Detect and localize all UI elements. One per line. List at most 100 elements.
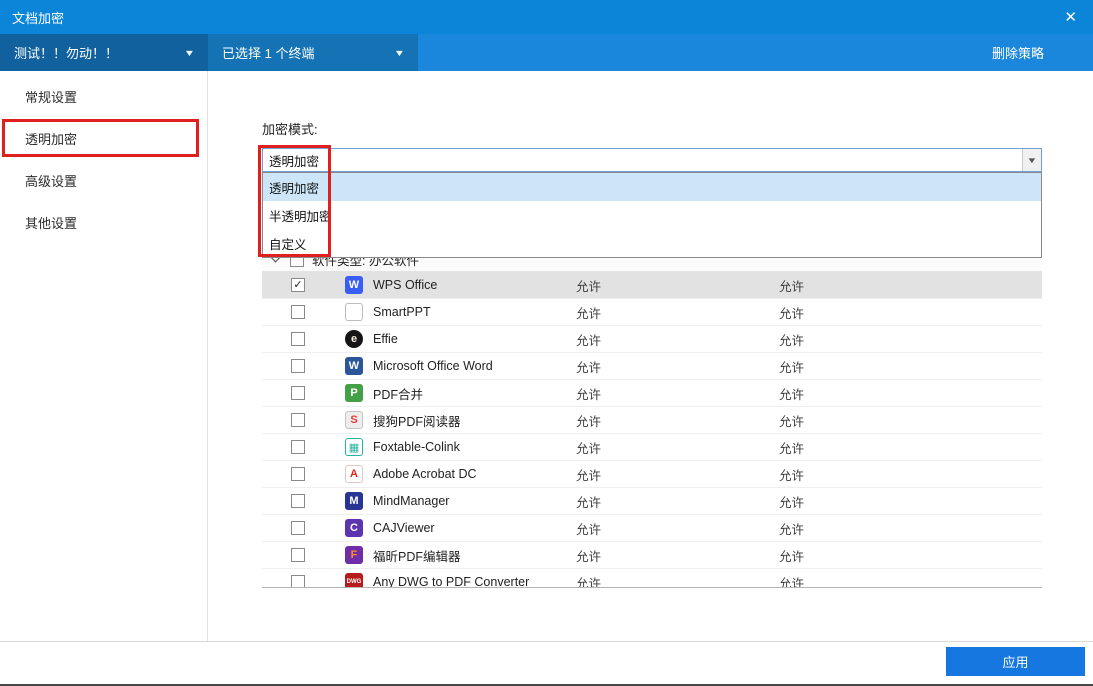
permission-allow-2: 允许 [779,330,982,349]
table-row[interactable]: P PDF合并 允许 允许 [262,380,1042,407]
table-row[interactable]: W Microsoft Office Word 允许 允许 [262,353,1042,380]
chevron-down-icon: ▼ [394,48,406,58]
option-custom[interactable]: 自定义 [263,229,1041,257]
sogou-pdf-reader-icon: S [345,411,363,429]
permission-allow-2: 允许 [779,384,982,403]
sidebar-item-transparent-encryption[interactable]: 透明加密 [0,117,207,159]
row-checkbox[interactable]: ✓ [291,278,305,292]
table-row[interactable]: SmartPPT 允许 允许 [262,299,1042,326]
row-checkbox[interactable] [291,467,305,481]
foxit-pdf-editor-icon: F [345,546,363,564]
settings-sidebar: 常规设置 透明加密 高级设置 其他设置 [0,71,208,641]
permission-allow-2: 允许 [779,519,982,538]
app-name: MindManager [373,494,576,508]
permission-allow-1: 允许 [576,438,779,457]
cajviewer-icon: C [345,519,363,537]
permission-allow-2: 允许 [779,573,982,589]
app-name: Adobe Acrobat DC [373,467,576,481]
pdf-merge-icon: P [345,384,363,402]
permission-allow-1: 允许 [576,303,779,322]
table-row[interactable]: M MindManager 允许 允许 [262,488,1042,515]
table-row[interactable]: DWG Any DWG to PDF Converter 允许 允许 [262,569,1042,588]
combobox-dropdown-button[interactable]: ▼ [1022,149,1041,171]
toolbar-spacer [418,34,943,71]
chevron-down-icon: ▼ [1026,156,1037,165]
permission-allow-1: 允许 [576,573,779,589]
terminal-dropdown[interactable]: 已选择 1 个终端 ▼ [208,34,418,71]
sidebar-item-other-settings[interactable]: 其他设置 [0,201,207,243]
table-row[interactable]: F 福昕PDF编辑器 允许 允许 [262,542,1042,569]
chevron-down-icon: ▼ [184,48,196,58]
table-row[interactable]: ▦ Foxtable-Colink 允许 允许 [262,434,1042,461]
permission-allow-2: 允许 [779,303,982,322]
effie-icon: e [345,330,363,348]
row-checkbox[interactable] [291,359,305,373]
app-name: Effie [373,332,576,346]
table-row[interactable]: C CAJViewer 允许 允许 [262,515,1042,542]
app-name: 福昕PDF编辑器 [373,546,576,565]
main-content: 加密模式: 透明加密 ▼ 透明加密 半透明加密 自定义 软件类型: 办公软件 ✓… [208,71,1093,641]
permission-allow-1: 允许 [576,384,779,403]
permission-allow-1: 允许 [576,492,779,511]
any-dwg-to-pdf-icon: DWG [345,573,363,588]
row-checkbox[interactable] [291,413,305,427]
title-bar: 文档加密 ✕ [0,0,1093,34]
row-checkbox[interactable] [291,440,305,454]
sidebar-item-general-settings[interactable]: 常规设置 [0,75,207,117]
row-checkbox[interactable] [291,305,305,319]
permission-allow-1: 允许 [576,276,779,295]
policy-dropdown-value: 测试！！勿动！！ [14,43,118,62]
window-title: 文档加密 [12,8,64,27]
option-semi-transparent-encryption[interactable]: 半透明加密 [263,201,1041,229]
app-name: 搜狗PDF阅读器 [373,411,576,430]
permission-allow-2: 允许 [779,357,982,376]
permission-allow-1: 允许 [576,411,779,430]
permission-allow-1: 允许 [576,330,779,349]
wps-office-icon: W [345,276,363,294]
encryption-mode-dropdown-list: 透明加密 半透明加密 自定义 [262,172,1042,258]
permission-allow-2: 允许 [779,411,982,430]
app-name: SmartPPT [373,305,576,319]
app-name: Any DWG to PDF Converter [373,575,576,588]
permission-allow-1: 允许 [576,465,779,484]
row-checkbox[interactable] [291,548,305,562]
permission-allow-2: 允许 [779,492,982,511]
permission-allow-2: 允许 [779,438,982,457]
smartppt-icon [345,303,363,321]
table-row[interactable]: e Effie 允许 允许 [262,326,1042,353]
sidebar-item-advanced-settings[interactable]: 高级设置 [0,159,207,201]
permission-allow-2: 允许 [779,276,982,295]
row-checkbox[interactable] [291,332,305,346]
row-checkbox[interactable] [291,494,305,508]
option-transparent-encryption[interactable]: 透明加密 [263,173,1041,201]
close-icon[interactable]: ✕ [1060,8,1081,26]
app-name: Microsoft Office Word [373,359,576,373]
mindmanager-icon: M [345,492,363,510]
app-name: WPS Office [373,278,576,292]
table-row[interactable]: S 搜狗PDF阅读器 允许 允许 [262,407,1042,434]
permission-allow-2: 允许 [779,465,982,484]
policy-toolbar: 测试！！勿动！！ ▼ 已选择 1 个终端 ▼ 删除策略 [0,34,1093,71]
row-checkbox[interactable] [291,521,305,535]
row-checkbox[interactable] [291,386,305,400]
terminal-dropdown-value: 已选择 1 个终端 [222,43,314,62]
footer-divider [0,641,1093,642]
permission-allow-1: 允许 [576,519,779,538]
encryption-mode-value: 透明加密 [263,151,1022,170]
table-row[interactable]: A Adobe Acrobat DC 允许 允许 [262,461,1042,488]
encryption-mode-label: 加密模式: [262,119,318,138]
row-checkbox[interactable] [291,575,305,588]
apply-button[interactable]: 应用 [946,647,1085,676]
app-name: CAJViewer [373,521,576,535]
policy-dropdown[interactable]: 测试！！勿动！！ ▼ [0,34,208,71]
permission-allow-1: 允许 [576,546,779,565]
encryption-mode-combobox[interactable]: 透明加密 ▼ [262,148,1042,172]
acrobat-icon: A [345,465,363,483]
app-name: PDF合并 [373,384,576,403]
table-row[interactable]: ✓ W WPS Office 允许 允许 [262,272,1042,299]
app-name: Foxtable-Colink [373,440,576,454]
table-rows: ✓ W WPS Office 允许 允许 SmartPPT 允许 允许 e Ef… [262,272,1042,588]
foxtable-colink-icon: ▦ [345,438,363,456]
software-table: 软件类型: 办公软件 ✓ W WPS Office 允许 允许 SmartPPT… [262,248,1042,588]
delete-policy-button[interactable]: 删除策略 [943,34,1093,71]
